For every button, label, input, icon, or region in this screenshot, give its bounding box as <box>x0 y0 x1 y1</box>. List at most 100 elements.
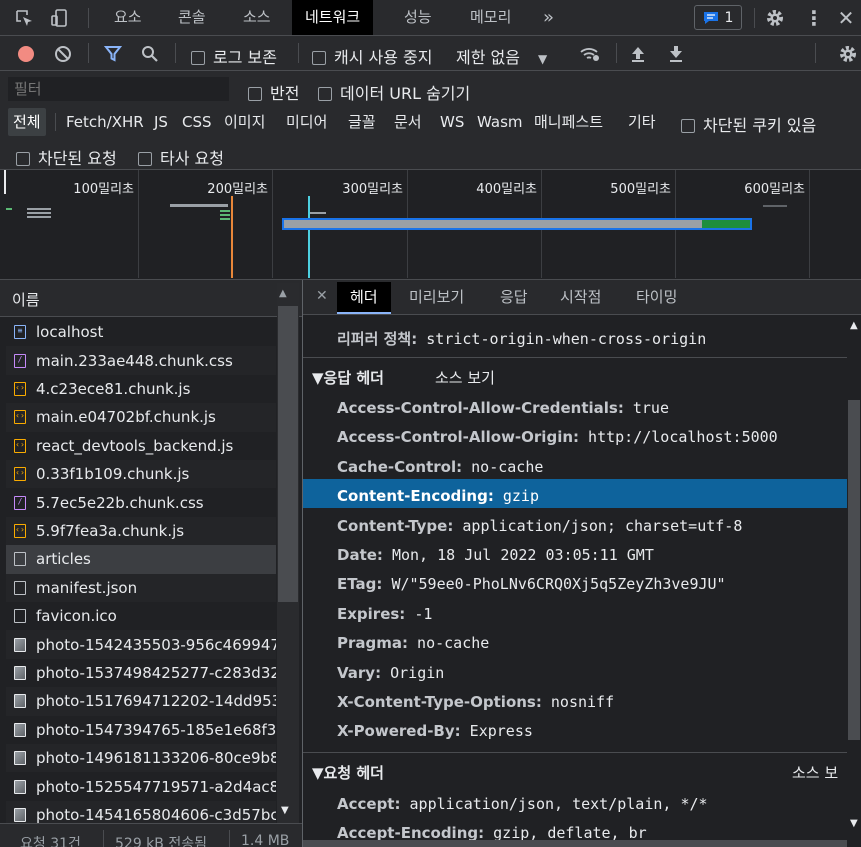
network-settings-gear-icon[interactable] <box>836 42 860 66</box>
js-file-icon: ‹› <box>14 523 26 538</box>
request-row[interactable]: / 5.7ec5e22b.chunk.css <box>6 488 276 516</box>
type-filter-doc[interactable]: 문서 <box>394 108 422 136</box>
tab-performance[interactable]: 성능 <box>404 0 432 35</box>
response-header-row[interactable]: Access-Control-Allow-Credentials: true <box>337 399 669 417</box>
tab-memory[interactable]: 메모리 <box>470 0 511 35</box>
blocked-requests-checkbox[interactable]: 차단된 요청 <box>16 145 117 169</box>
throttle-select[interactable]: 제한 없음 ▼ <box>456 44 547 68</box>
type-filter-all[interactable]: 전체 <box>8 108 46 136</box>
hide-data-urls-checkbox[interactable]: 데이터 URL 숨기기 <box>318 80 470 104</box>
tab-headers[interactable]: 헤더 <box>337 282 391 314</box>
response-header-row[interactable]: Cache-Control: no-cache <box>337 458 543 476</box>
type-filter-ws[interactable]: WS <box>440 108 464 136</box>
request-header-row[interactable]: Accept: application/json, text/plain, */… <box>337 795 708 813</box>
request-headers-section[interactable]: ▼요청 헤더 <box>312 762 384 783</box>
js-file-icon: ‹› <box>14 438 26 453</box>
import-har-icon[interactable] <box>626 42 650 66</box>
inspect-element-icon[interactable] <box>12 6 36 30</box>
search-icon[interactable] <box>138 42 162 66</box>
settings-gear-icon[interactable] <box>763 6 787 30</box>
request-row[interactable]: photo-1547394765-185e1e68f34e <box>6 716 276 744</box>
record-icon[interactable] <box>14 42 38 66</box>
response-header-row[interactable]: X-Powered-By: Express <box>337 722 533 740</box>
header-key: Date: <box>337 546 383 564</box>
request-row[interactable]: ‹› react_devtools_backend.js <box>6 432 276 460</box>
header-value: no-cache <box>417 634 490 653</box>
tab-console[interactable]: 콘솔 <box>178 0 206 35</box>
clear-icon[interactable] <box>51 42 75 66</box>
disable-cache-checkbox[interactable]: 캐시 사용 중지 <box>312 44 433 68</box>
close-detail-icon[interactable]: ✕ <box>316 288 328 304</box>
header-value: application/json; charset=utf-8 <box>462 516 743 535</box>
type-filter-css[interactable]: CSS <box>182 108 212 136</box>
type-filter-font[interactable]: 글꼴 <box>348 108 376 136</box>
tab-preview[interactable]: 미리보기 <box>409 282 464 314</box>
type-filter-media[interactable]: 미디어 <box>286 108 327 136</box>
blocked-cookies-checkbox[interactable]: 차단된 쿠키 있음 <box>681 112 816 136</box>
filter-input[interactable] <box>8 77 229 101</box>
request-row[interactable]: photo-1517694712202-14dd9538 <box>6 687 276 716</box>
resources-size: 1.4 MB <box>241 833 290 847</box>
issues-button[interactable]: 1 <box>694 5 742 30</box>
tab-initiator[interactable]: 시작점 <box>560 282 601 314</box>
request-row[interactable]: ‹› main.e04702bf.chunk.js <box>6 403 276 432</box>
response-header-row[interactable]: ETag: W/"59ee0-PhoLNv6CRQ0Xj5q5ZeyZh3ve9… <box>337 575 726 593</box>
request-row[interactable]: ‹› 4.c23ece81.chunk.js <box>6 375 276 403</box>
device-toolbar-icon[interactable] <box>48 6 72 30</box>
scroll-up-icon[interactable]: ▲ <box>279 288 287 299</box>
response-header-row[interactable]: Content-Encoding: gzip <box>337 487 539 505</box>
request-name: photo-1496181133206-80ce9b88 <box>36 749 276 768</box>
request-row[interactable]: ≡ localhost <box>6 318 276 346</box>
request-row[interactable]: photo-1525547719571-a2d4ac89 <box>6 772 276 800</box>
tab-sources[interactable]: 소스 <box>243 0 271 35</box>
response-headers-section[interactable]: ▼응답 헤더 <box>312 367 384 388</box>
tab-response[interactable]: 응답 <box>500 282 528 314</box>
request-row[interactable]: favicon.ico <box>6 602 276 630</box>
scroll-down-icon[interactable]: ▼ <box>281 805 289 816</box>
img-file-icon <box>14 751 26 766</box>
tab-elements[interactable]: 요소 <box>114 0 142 35</box>
css-file-icon: / <box>14 353 26 368</box>
view-source-link-2[interactable]: 소스 보 <box>792 762 838 783</box>
response-header-row[interactable]: Expires: -1 <box>337 605 432 623</box>
type-filter-fetch-xhr[interactable]: Fetch/XHR <box>66 108 144 136</box>
type-filter-other[interactable]: 기타 <box>628 108 656 136</box>
detail-scroll-down-icon[interactable]: ▼ <box>850 818 858 829</box>
detail-scrollbar-thumb[interactable] <box>848 400 860 740</box>
response-header-row[interactable]: X-Content-Type-Options: nosniff <box>337 693 614 711</box>
response-header-row[interactable]: Date: Mon, 18 Jul 2022 03:05:11 GMT <box>337 546 654 564</box>
list-scrollbar-thumb[interactable] <box>278 306 298 602</box>
response-header-row[interactable]: Content-Type: application/json; charset=… <box>337 517 742 535</box>
request-row[interactable]: photo-1542435503-956c469947f6 <box>6 630 276 659</box>
preserve-log-checkbox[interactable]: 로그 보존 <box>191 44 277 68</box>
detail-scroll-up-icon[interactable]: ▲ <box>850 320 858 331</box>
response-header-row[interactable]: Pragma: no-cache <box>337 634 489 652</box>
more-options-icon[interactable]: ⋮ <box>802 6 826 30</box>
invert-checkbox[interactable]: 반전 <box>248 80 299 104</box>
response-header-row[interactable]: Vary: Origin <box>337 664 444 682</box>
tab-network[interactable]: 네트워크 <box>292 0 374 35</box>
name-column-header[interactable]: 이름 <box>12 289 40 310</box>
network-conditions-icon[interactable] <box>577 42 603 66</box>
timeline-handle[interactable] <box>4 170 6 194</box>
type-filter-js[interactable]: JS <box>154 108 168 136</box>
request-row[interactable]: / main.233ae448.chunk.css <box>6 346 276 375</box>
request-row[interactable]: photo-1537498425277-c283d32e <box>6 659 276 687</box>
type-filter-wasm[interactable]: Wasm <box>477 108 523 136</box>
filter-icon[interactable] <box>101 42 125 66</box>
third-party-checkbox[interactable]: 타사 요청 <box>138 145 224 169</box>
close-devtools-icon[interactable]: ✕ <box>834 6 858 30</box>
more-tabs-icon[interactable]: » <box>543 0 554 35</box>
response-header-row[interactable]: Access-Control-Allow-Origin: http://loca… <box>337 428 778 446</box>
request-row[interactable]: ‹› 0.33f1b109.chunk.js <box>6 460 276 489</box>
request-row[interactable]: ‹› 5.9f7fea3a.chunk.js <box>6 516 276 546</box>
tab-timing[interactable]: 타이밍 <box>636 282 677 314</box>
type-filter-img[interactable]: 이미지 <box>224 108 265 136</box>
type-filter-manifest[interactable]: 매니페스트 <box>534 108 603 136</box>
request-row[interactable]: photo-1496181133206-80ce9b88 <box>6 744 276 773</box>
request-row[interactable]: articles <box>6 545 276 574</box>
detail-hscrollbar[interactable] <box>303 840 847 847</box>
export-har-icon[interactable] <box>664 42 688 66</box>
request-row[interactable]: manifest.json <box>6 573 276 602</box>
view-source-link[interactable]: 소스 보기 <box>435 367 495 388</box>
